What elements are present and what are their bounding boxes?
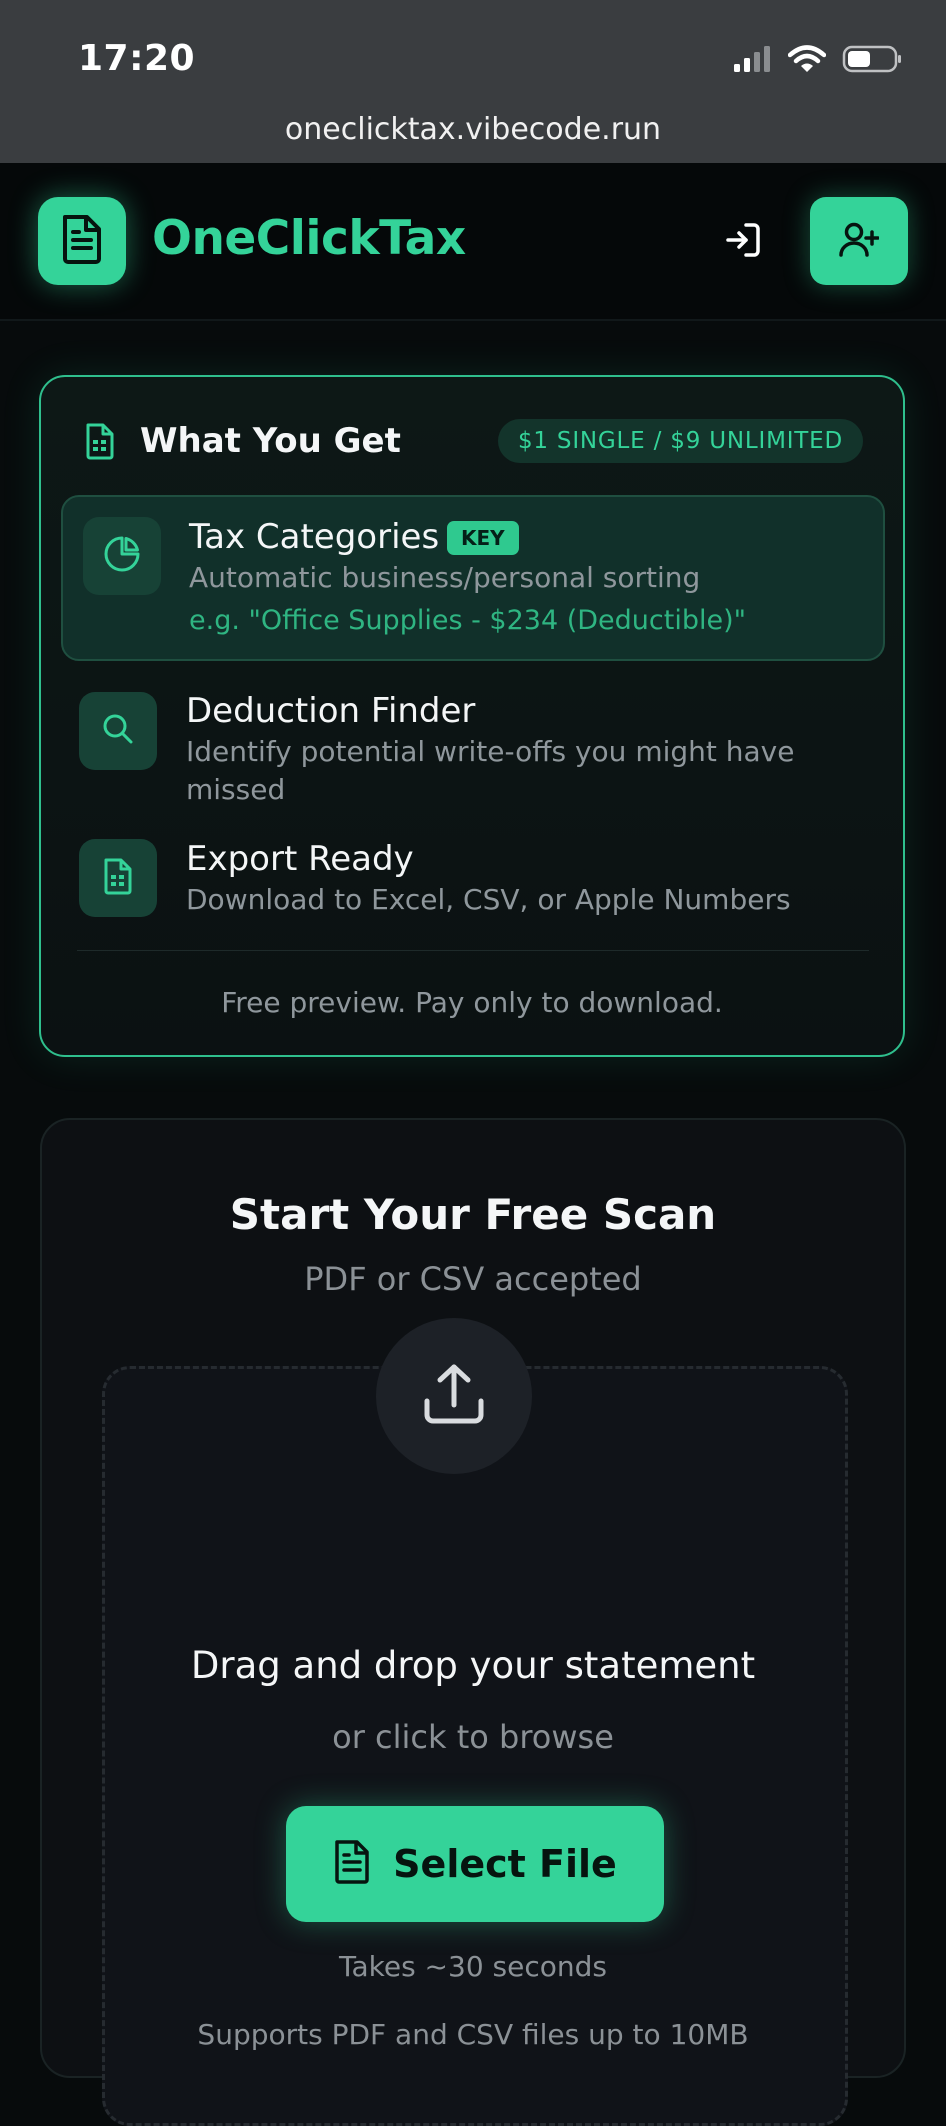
- pricing-badge: $1 SINGLE / $9 UNLIMITED: [497, 419, 863, 463]
- select-file-label: Select File: [393, 1842, 617, 1886]
- app-header: OneClickTax: [0, 163, 946, 321]
- duration-note: Takes ~30 seconds: [339, 1950, 607, 1983]
- upload-icon-circle[interactable]: [376, 1318, 532, 1474]
- status-icons: [732, 44, 902, 78]
- battery-icon: [842, 44, 902, 78]
- feature-icon-box: [79, 839, 157, 917]
- brand-name[interactable]: OneClickTax: [152, 211, 466, 266]
- cellular-signal-icon: [732, 44, 772, 78]
- pricing-note: Free preview. Pay only to download.: [221, 986, 723, 1019]
- signup-button[interactable]: [810, 197, 908, 285]
- user-plus-icon: [839, 220, 880, 262]
- feature-title: Tax Categories: [189, 517, 440, 557]
- upload-icon: [419, 1359, 489, 1433]
- wifi-icon: [787, 44, 827, 78]
- status-time: 17:20: [78, 38, 196, 79]
- file-support-note: Supports PDF and CSV files up to 10MB: [197, 2018, 749, 2051]
- dropzone-subtitle: or click to browse: [332, 1718, 614, 1756]
- document-icon: [59, 213, 105, 269]
- search-icon: [100, 711, 136, 751]
- feature-description-cont: missed: [186, 773, 286, 806]
- login-button[interactable]: [718, 217, 768, 267]
- what-you-get-card: What You Get $1 SINGLE / $9 UNLIMITED Ta…: [39, 375, 905, 1057]
- logo[interactable]: [38, 197, 126, 285]
- document-icon: [85, 422, 115, 464]
- scan-subtitle: PDF or CSV accepted: [304, 1260, 642, 1298]
- feature-icon-box: [83, 517, 161, 595]
- url-bar[interactable]: oneclicktax.vibecode.run: [0, 112, 946, 147]
- document-icon: [333, 1839, 371, 1889]
- dropzone-title: Drag and drop your statement: [190, 1644, 756, 1687]
- feature-icon-box: [79, 692, 157, 770]
- status-bar: 17:20 oneclicktax.vibecode.run: [0, 0, 946, 163]
- pie-chart-icon: [102, 534, 142, 578]
- what-you-get-title: What You Get: [140, 421, 401, 461]
- feature-description: Download to Excel, CSV, or Apple Numbers: [186, 883, 791, 916]
- feature-title-deduction-finder: Deduction Finder: [186, 691, 476, 731]
- sign-in-icon: [724, 221, 762, 263]
- spreadsheet-icon: [103, 857, 133, 899]
- feature-example: e.g. "Office Supplies - $234 (Deductible…: [189, 605, 747, 636]
- feature-description: Identify potential write-offs you might …: [186, 735, 795, 768]
- select-file-button[interactable]: Select File: [286, 1806, 664, 1922]
- feature-tax-categories: Tax Categories KEY Automatic business/pe…: [61, 495, 885, 661]
- feature-title-export-ready: Export Ready: [186, 839, 414, 879]
- scan-title: Start Your Free Scan: [229, 1190, 717, 1239]
- divider: [77, 950, 869, 951]
- free-scan-card: Start Your Free Scan PDF or CSV accepted…: [40, 1118, 906, 2126]
- feature-description: Automatic business/personal sorting: [189, 561, 701, 594]
- key-badge: KEY: [447, 521, 519, 555]
